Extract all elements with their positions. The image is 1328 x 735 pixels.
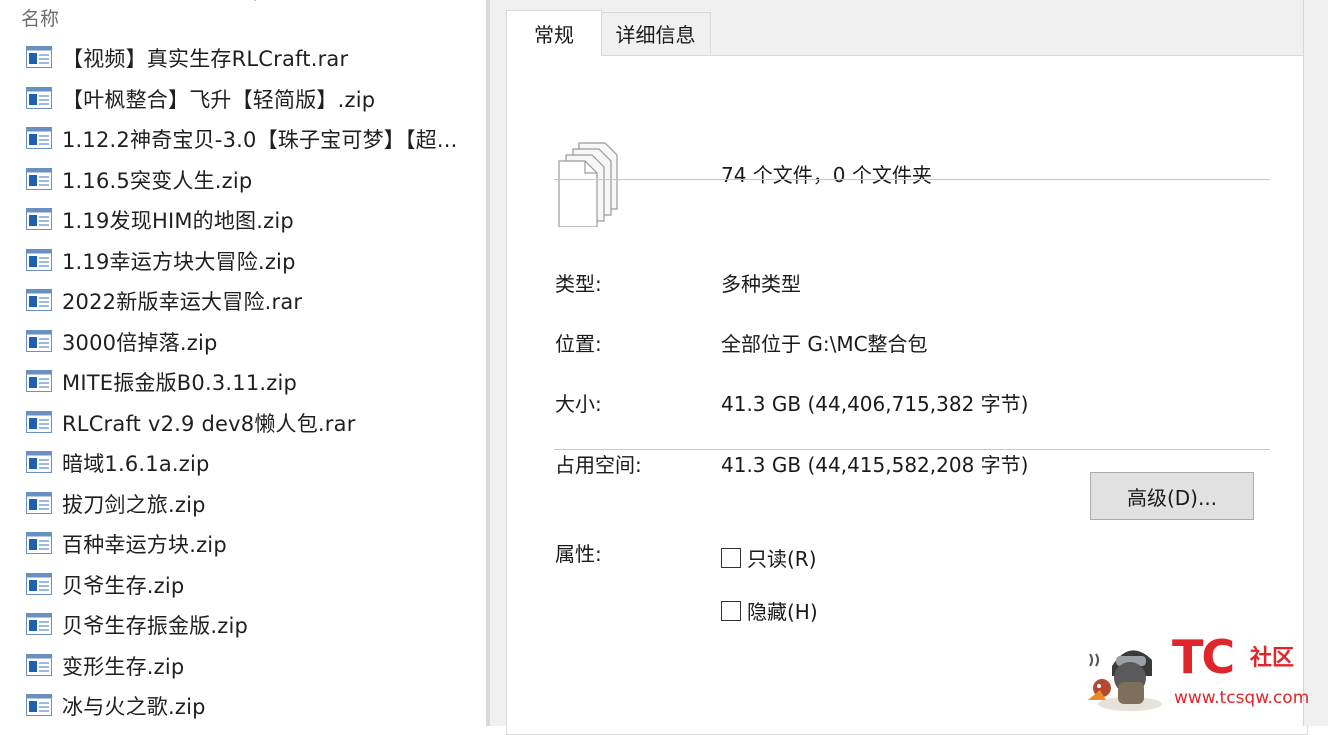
file-name: MITE振金版B0.3.11.zip xyxy=(62,371,298,395)
attributes-label: 属性: xyxy=(555,542,602,566)
file-list-item[interactable]: 【视频】真实生存RLCraft.rar xyxy=(0,38,486,78)
archive-file-icon xyxy=(26,532,52,554)
sort-chevron-icon[interactable] xyxy=(246,0,264,6)
file-list-item[interactable]: 冰与火之歌.zip xyxy=(0,686,486,726)
properties-dialog: 常规 详细信息 74 个文件，0 个文件夹 类型: 多种类型 位置: 全部位于 … xyxy=(490,0,1328,735)
location-value: 全部位于 G:\MC整合包 xyxy=(721,332,928,356)
size-on-disk-value: 41.3 GB (44,415,582,208 字节) xyxy=(721,453,1029,477)
file-list-item[interactable]: 贝爷生存.zip xyxy=(0,565,486,605)
file-list-item[interactable]: 变形生存.zip xyxy=(0,646,486,686)
archive-file-icon xyxy=(26,127,52,149)
mascot-logo-icon xyxy=(1088,650,1162,711)
hidden-label[interactable]: 隐藏(H) xyxy=(747,596,818,625)
file-list-item[interactable]: 拔刀剑之旅.zip xyxy=(0,484,486,524)
file-name: 百种幸运方块.zip xyxy=(62,533,227,557)
archive-file-icon xyxy=(26,694,52,716)
archive-file-icon xyxy=(26,613,52,635)
file-list-item[interactable]: 百种幸运方块.zip xyxy=(0,524,486,564)
file-list-item[interactable]: 1.12.2神奇宝贝-3.0【珠子宝可梦】【超... xyxy=(0,119,486,159)
file-name: 冰与火之歌.zip xyxy=(62,695,206,719)
type-label: 类型: xyxy=(555,272,602,296)
readonly-checkbox[interactable] xyxy=(721,547,741,568)
file-name: 【叶枫整合】飞升【轻简版】.zip xyxy=(62,87,376,112)
name-column-header[interactable]: 名称 xyxy=(21,4,59,31)
file-name: 3000倍掉落.zip xyxy=(62,330,218,355)
file-list-item[interactable]: MITE振金版B0.3.11.zip xyxy=(0,362,486,402)
file-list-item[interactable]: 贝爷生存振金版.zip xyxy=(0,605,486,645)
size-value: 41.3 GB (44,406,715,382 字节) xyxy=(721,392,1029,416)
file-list-pane: 名称 【视频】真实生存RLCraft.rar 【叶枫整合】飞升【轻简版】.zip 1… xyxy=(0,0,486,726)
archive-file-icon xyxy=(26,208,52,230)
archive-file-icon xyxy=(26,491,52,514)
file-list-item[interactable]: 1.19幸运方块大冒险.zip xyxy=(0,241,486,281)
file-list-item[interactable]: 3000倍掉落.zip xyxy=(0,322,486,362)
archive-file-icon xyxy=(26,289,52,311)
file-list-item[interactable]: 1.16.5突变人生.zip xyxy=(0,160,486,200)
tab-general-label: 常规 xyxy=(534,23,574,47)
watermark-community: 社区 xyxy=(1250,646,1295,671)
hidden-checkbox-row[interactable]: 隐藏(H) xyxy=(721,596,818,625)
file-list-item[interactable]: 暗域1.6.1a.zip xyxy=(0,443,486,483)
archive-file-icon xyxy=(26,410,52,433)
tab-details[interactable]: 详细信息 xyxy=(601,12,711,54)
file-list-item[interactable]: 2022新版幸运大冒险.rar xyxy=(0,281,486,321)
file-list-item[interactable]: 1.19发现HIM的地图.zip xyxy=(0,200,486,240)
divider xyxy=(554,449,1270,450)
file-name: 2022新版幸运大冒险.rar xyxy=(62,290,303,314)
archive-file-icon xyxy=(26,329,52,352)
watermark-brand: TC xyxy=(1172,630,1235,684)
file-name: 1.12.2神奇宝贝-3.0【珠子宝可梦】【超... xyxy=(62,128,458,152)
tab-general[interactable]: 常规 xyxy=(506,10,602,56)
file-name: 拔刀剑之旅.zip xyxy=(62,492,206,517)
file-name: 暗域1.6.1a.zip xyxy=(62,452,210,476)
dialog-edge xyxy=(1303,0,1314,726)
archive-file-icon xyxy=(26,167,52,190)
file-name: 1.19幸运方块大冒险.zip xyxy=(62,249,296,274)
size-label: 大小: xyxy=(555,392,602,416)
multiple-files-icon xyxy=(558,142,618,227)
archive-file-icon xyxy=(26,370,52,392)
watermark: TC 社区 www.tcsqw.com xyxy=(1082,626,1322,722)
divider xyxy=(554,179,1270,180)
file-name: 1.19发现HIM的地图.zip xyxy=(62,209,294,233)
file-name: 变形生存.zip xyxy=(62,654,185,679)
file-list-item[interactable]: RLCraft v2.9 dev8懒人包.rar xyxy=(0,403,486,443)
type-value: 多种类型 xyxy=(721,272,801,296)
readonly-checkbox-row[interactable]: 只读(R) xyxy=(721,543,817,572)
file-name: 贝爷生存.zip xyxy=(62,573,185,598)
archive-file-icon xyxy=(26,248,52,271)
hidden-checkbox[interactable] xyxy=(721,600,741,621)
archive-file-icon xyxy=(26,451,52,473)
advanced-button[interactable]: 高级(D)... xyxy=(1090,472,1254,520)
file-name: 1.16.5突变人生.zip xyxy=(62,168,253,193)
size-on-disk-label: 占用空间: xyxy=(555,453,642,477)
file-list-item[interactable]: 【叶枫整合】飞升【轻简版】.zip xyxy=(0,79,486,119)
file-name: 【视频】真实生存RLCraft.rar xyxy=(62,47,349,71)
archive-file-icon xyxy=(26,46,52,68)
file-name: 贝爷生存振金版.zip xyxy=(62,614,249,638)
selection-summary: 74 个文件，0 个文件夹 xyxy=(721,163,932,187)
watermark-url: www.tcsqw.com xyxy=(1174,688,1310,708)
location-label: 位置: xyxy=(555,332,602,356)
file-name: RLCraft v2.9 dev8懒人包.rar xyxy=(62,411,356,436)
archive-file-icon xyxy=(26,572,52,595)
archive-file-icon xyxy=(26,653,52,676)
tab-details-label: 详细信息 xyxy=(615,23,696,47)
readonly-label[interactable]: 只读(R) xyxy=(747,543,817,572)
archive-file-icon xyxy=(26,86,52,109)
